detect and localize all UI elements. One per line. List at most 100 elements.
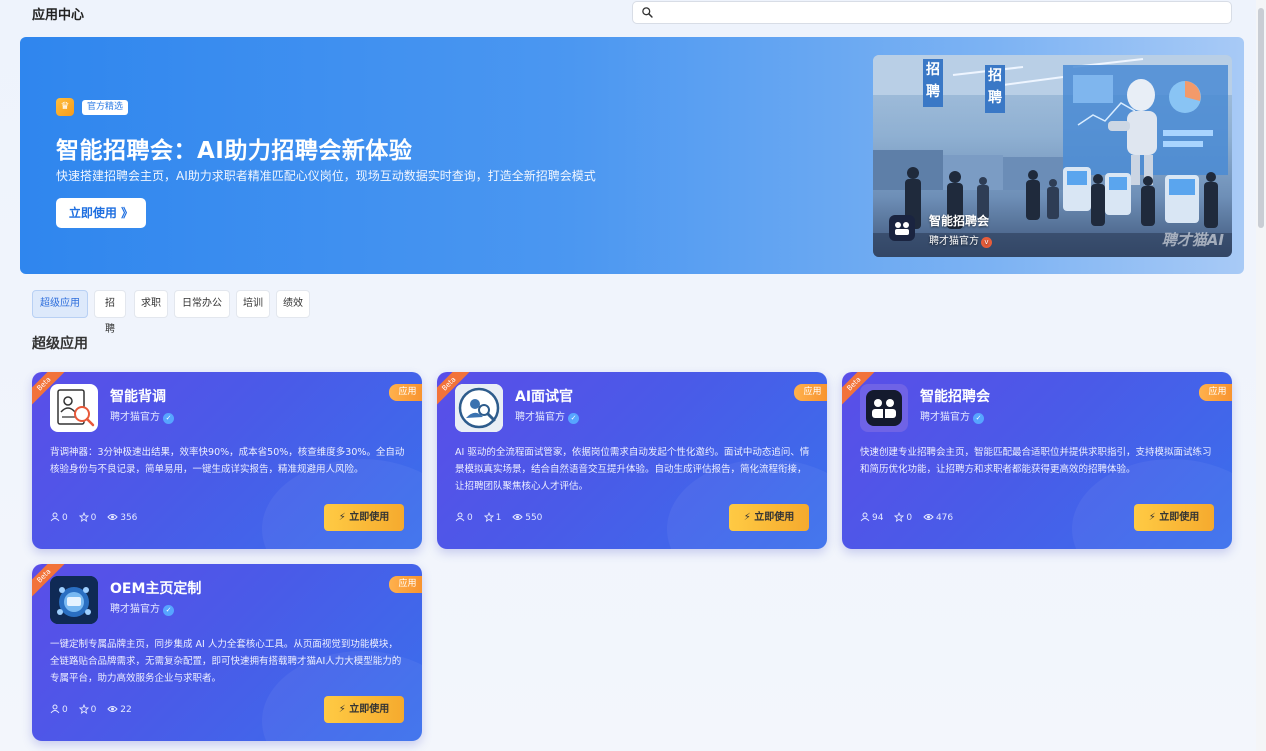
- card-stats: 0 0 356: [50, 511, 145, 523]
- user-count-value: 0: [62, 705, 68, 715]
- user-count: 0: [50, 704, 68, 715]
- search-input[interactable]: [659, 4, 1219, 22]
- card-description: 快速创建专业招聘会主页，智能匹配最合适职位并提供求职指引，支持模拟面试练习和简历…: [860, 447, 1212, 475]
- card-title: 智能招聘会: [920, 389, 990, 405]
- banner-watermark: 聘才猫AI: [1161, 231, 1224, 249]
- view-count: 476: [923, 512, 953, 523]
- card-author: 聘才猫官方 ✓: [110, 600, 174, 616]
- star-count[interactable]: 0: [78, 703, 97, 715]
- view-count-value: 356: [120, 513, 138, 523]
- use-now-button[interactable]: ⚡ 立即使用: [324, 696, 404, 723]
- use-now-button[interactable]: ⚡ 立即使用: [729, 504, 809, 531]
- oem-homepage-logo: [50, 576, 98, 624]
- app-type-badge: 应用: [389, 384, 422, 401]
- page-title: 应用中心: [32, 8, 85, 23]
- section-title: 超级应用: [32, 336, 88, 352]
- view-count-value: 550: [525, 513, 543, 523]
- eye-icon: [512, 514, 523, 520]
- star-count-value: 0: [90, 705, 97, 715]
- star-count[interactable]: 0: [894, 511, 913, 523]
- user-count: 94: [860, 512, 883, 523]
- tab-daily-office[interactable]: 日常办公: [174, 290, 230, 318]
- card-stats: 0 1 550: [455, 511, 550, 523]
- card-author-text: 聘才猫官方: [110, 604, 160, 615]
- star-icon: [894, 511, 905, 522]
- banner-hanging-sign-1: 招聘: [923, 59, 943, 107]
- view-count: 22: [107, 704, 132, 715]
- banner-description: 快速搭建招聘会主页，AI助力求职者精准匹配心仪岗位，现场互动数据实时查询，打造全…: [56, 169, 596, 183]
- banner-image-author: 聘才猫官方 v: [929, 232, 992, 248]
- search-box[interactable]: [632, 1, 1232, 24]
- banner-hanging-sign-2: 招聘: [985, 65, 1005, 113]
- job-fair-logo-icon: [889, 215, 915, 241]
- user-icon: [50, 512, 60, 522]
- trophy-icon: ♛: [56, 98, 74, 116]
- scrollbar-thumb[interactable]: [1258, 8, 1264, 228]
- user-count-value: 0: [62, 513, 68, 523]
- verified-icon: ✓: [163, 413, 174, 424]
- card-author-text: 聘才猫官方: [920, 412, 970, 423]
- star-count[interactable]: 0: [78, 511, 97, 523]
- app-type-badge: 应用: [1199, 384, 1232, 401]
- card-author-text: 聘才猫官方: [515, 412, 565, 423]
- card-description: AI 驱动的全流程面试管家，依据岗位需求自动发起个性化邀约。面试中动态追问、情景…: [455, 447, 810, 492]
- card-author: 聘才猫官方 ✓: [515, 408, 579, 424]
- tab-training[interactable]: 培训: [236, 290, 270, 318]
- featured-banner[interactable]: ♛ 官方精选 智能招聘会：AI助力招聘会新体验 快速搭建招聘会主页，AI助力求职…: [20, 37, 1244, 274]
- ai-interviewer-logo: [455, 384, 503, 432]
- banner-pagination: [606, 263, 670, 274]
- card-description: 一键定制专属品牌主页，同步集成 AI 人力全套核心工具。从页面视觉到功能模块，全…: [50, 639, 402, 684]
- search-icon: [642, 7, 653, 18]
- banner-image[interactable]: 招聘 招聘 智能招聘会 聘才猫官方 v 聘才猫AI: [873, 55, 1232, 257]
- verified-icon: ✓: [973, 413, 984, 424]
- user-icon: [860, 512, 870, 522]
- tab-recruitment[interactable]: 招聘: [94, 290, 126, 335]
- star-count-value: 1: [495, 513, 502, 523]
- app-card-oem-homepage[interactable]: Beta OEM主页定制 聘才猫官方 ✓ 应用 一键定制专属品牌主页，同步集成 A…: [32, 564, 422, 741]
- star-count-value: 0: [906, 513, 913, 523]
- card-title: AI面试官: [515, 389, 574, 405]
- background-check-logo: [50, 384, 98, 432]
- view-count-value: 476: [935, 513, 954, 523]
- user-icon: [455, 512, 465, 522]
- user-icon: [50, 704, 60, 714]
- user-count-value: 94: [872, 513, 884, 523]
- view-count-value: 22: [120, 705, 132, 715]
- card-stats: 0 0 22: [50, 703, 140, 715]
- tab-job-seeking[interactable]: 求职: [134, 290, 168, 318]
- app-type-badge: 应用: [389, 576, 422, 593]
- eye-icon: [107, 706, 118, 712]
- app-card-ai-interviewer[interactable]: Beta AI面试官 聘才猫官方 ✓ 应用 AI 驱动的全流程面试管家，依据岗位需…: [437, 372, 827, 549]
- verified-v-icon: v: [981, 237, 992, 248]
- card-title: OEM主页定制: [110, 581, 202, 597]
- use-now-button[interactable]: ⚡ 立即使用: [324, 504, 404, 531]
- app-card-background-check[interactable]: Beta 智能背调 聘才猫官方 ✓ 应用 背调神器：3分钟极速出结果，效率快90%…: [32, 372, 422, 549]
- star-icon: [78, 703, 89, 714]
- star-icon: [78, 511, 89, 522]
- tab-performance[interactable]: 绩效: [276, 290, 310, 318]
- user-count: 0: [455, 512, 473, 523]
- eye-icon: [107, 514, 118, 520]
- banner-image-author-text: 聘才猫官方: [929, 236, 979, 247]
- star-icon: [483, 511, 494, 522]
- tab-super-apps[interactable]: 超级应用: [32, 290, 88, 318]
- top-bar: 应用中心: [0, 0, 1266, 28]
- card-author: 聘才猫官方 ✓: [920, 408, 984, 424]
- card-stats: 94 0 476: [860, 511, 961, 523]
- view-count: 356: [107, 512, 137, 523]
- star-count[interactable]: 1: [483, 511, 502, 523]
- card-description: 背调神器：3分钟极速出结果，效率快90%，成本省50%，核查维度多30%。全自动…: [50, 447, 405, 475]
- eye-icon: [923, 514, 934, 520]
- card-author: 聘才猫官方 ✓: [110, 408, 174, 424]
- page-scrollbar[interactable]: [1256, 0, 1266, 751]
- user-count: 0: [50, 512, 68, 523]
- use-now-button[interactable]: ⚡ 立即使用: [1134, 504, 1214, 531]
- card-title: 智能背调: [110, 389, 166, 405]
- user-count-value: 0: [467, 513, 473, 523]
- app-card-job-fair[interactable]: Beta 智能招聘会 聘才猫官方 ✓ 应用 快速创建专业招聘会主页，智能匹配最合适…: [842, 372, 1232, 549]
- banner-use-now-button[interactable]: 立即使用 》: [56, 198, 146, 228]
- official-pick-badge: 官方精选: [82, 100, 129, 115]
- verified-icon: ✓: [568, 413, 579, 424]
- job-fair-logo: [860, 384, 908, 432]
- star-count-value: 0: [90, 513, 97, 523]
